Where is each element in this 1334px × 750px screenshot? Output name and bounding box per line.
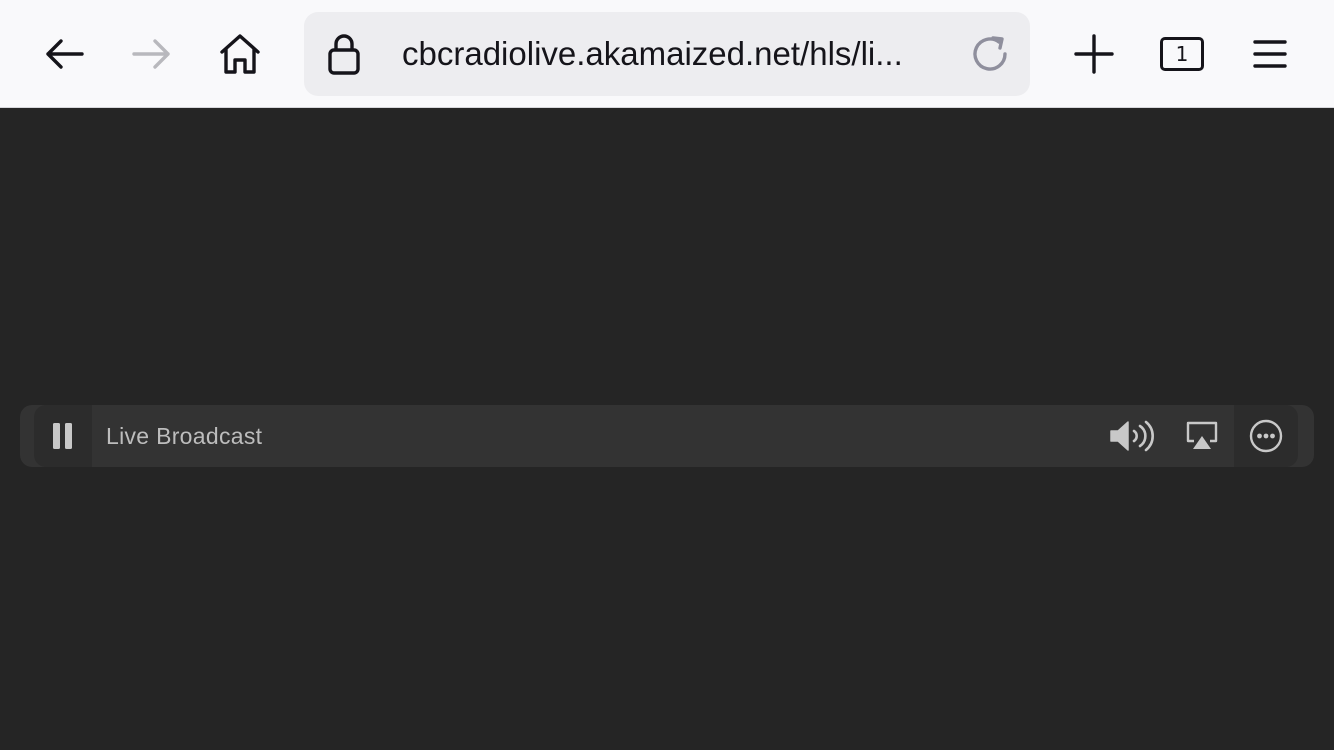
arrow-right-icon: [132, 39, 170, 69]
airplay-icon: [1186, 421, 1218, 449]
plus-icon: [1074, 34, 1114, 74]
volume-button[interactable]: [1102, 405, 1162, 467]
lock-icon: [324, 32, 364, 76]
back-button[interactable]: [32, 14, 96, 94]
pause-icon: [53, 423, 72, 449]
page-content: Live Broadcast: [0, 108, 1334, 750]
speaker-volume-icon: [1110, 420, 1154, 452]
home-button[interactable]: [208, 14, 272, 94]
more-options-button[interactable]: [1234, 405, 1298, 467]
airplay-button[interactable]: [1170, 405, 1234, 467]
tab-count-badge: 1: [1160, 37, 1204, 71]
home-icon: [220, 34, 260, 74]
hamburger-menu-icon: [1253, 40, 1287, 68]
forward-button[interactable]: [120, 14, 184, 94]
url-bar[interactable]: cbcradiolive.akamaized.net/hls/li...: [304, 12, 1030, 96]
live-broadcast-label: Live Broadcast: [106, 423, 263, 449]
tabs-button[interactable]: 1: [1150, 14, 1214, 94]
reload-button[interactable]: [966, 30, 1014, 78]
browser-toolbar: cbcradiolive.akamaized.net/hls/li... 1: [0, 0, 1334, 108]
arrow-left-icon: [46, 39, 84, 69]
more-options-icon: [1249, 419, 1283, 453]
url-text[interactable]: cbcradiolive.akamaized.net/hls/li...: [402, 12, 942, 96]
audio-player-controls: Live Broadcast: [20, 405, 1314, 467]
menu-button[interactable]: [1238, 14, 1302, 94]
reload-icon: [973, 36, 1007, 71]
pause-button[interactable]: [34, 405, 92, 467]
new-tab-button[interactable]: [1062, 14, 1126, 94]
